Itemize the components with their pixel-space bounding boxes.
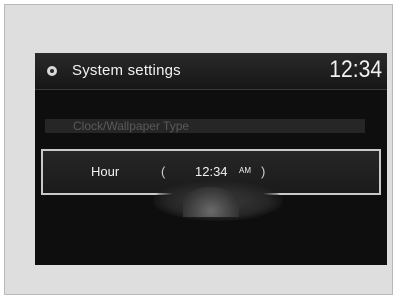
menu-item-label: Clock/Wallpaper Type xyxy=(73,119,190,133)
hour-value: 12:34 xyxy=(195,164,228,179)
screen-header: System settings 12:34 xyxy=(35,53,387,90)
figure-frame: System settings 12:34 Clock/Wallpaper Ty… xyxy=(4,4,393,295)
decrease-arrow-icon[interactable]: ( xyxy=(161,164,165,179)
am-pm-indicator: AM xyxy=(239,166,251,175)
gear-icon xyxy=(47,66,57,76)
increase-arrow-icon[interactable]: ) xyxy=(261,164,265,179)
settings-screen: System settings 12:34 Clock/Wallpaper Ty… xyxy=(35,53,387,265)
hour-label: Hour xyxy=(91,164,120,179)
menu-item-clock-wallpaper-type[interactable]: Clock/Wallpaper Type xyxy=(45,119,365,133)
page-title: System settings xyxy=(72,62,181,79)
selector-knob xyxy=(183,187,239,217)
clock-display: 12:34 xyxy=(329,56,382,83)
